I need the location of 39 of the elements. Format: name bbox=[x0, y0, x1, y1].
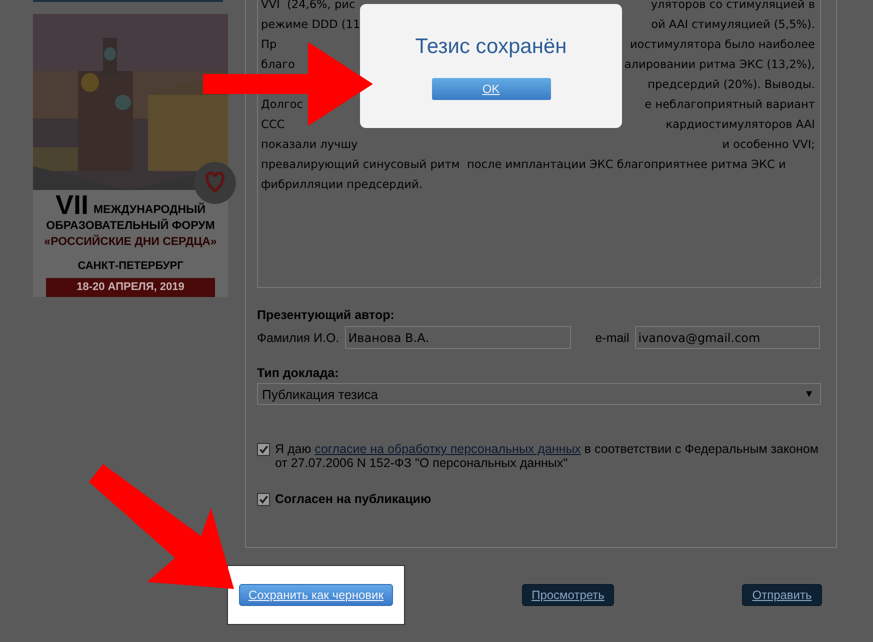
email-field[interactable]: ivanova@gmail.com bbox=[635, 326, 820, 349]
checkbox[interactable] bbox=[257, 443, 270, 456]
section-label: Тип доклада: bbox=[257, 366, 340, 380]
consent-text: Согласен на публикацию bbox=[275, 492, 432, 506]
abstract-text: Пр bbox=[261, 37, 277, 53]
field-label: Фамилия И.О. bbox=[257, 330, 340, 344]
abstract-text: кардиостимуляторов AAI bbox=[666, 117, 815, 133]
abstract-text: е неблагоприятный вариант bbox=[644, 97, 815, 113]
checkbox[interactable] bbox=[257, 493, 270, 506]
name-field[interactable]: Иванова В.А. bbox=[345, 326, 572, 349]
poster-text: МЕЖДУНАРОДНЫЙ bbox=[93, 202, 206, 218]
abstract-text: фибрилляции предсердий. bbox=[261, 177, 422, 193]
poster-city: САНКТ-ПЕТЕРБУРГ bbox=[78, 259, 184, 274]
report-type-dropdown[interactable]: Публикация тезиса ▼ bbox=[257, 383, 821, 405]
resize-grip-icon[interactable] bbox=[809, 276, 819, 286]
poster-numeral: VII bbox=[55, 192, 88, 218]
abstract-text: Долгос bbox=[261, 97, 304, 113]
abstract-text: благо bbox=[261, 57, 295, 73]
action-button[interactable]: Просмотреть bbox=[522, 584, 614, 606]
abstract-text: иостимулятора было наиболее bbox=[630, 37, 815, 53]
abstract-text: предсердий (20%). Выводы. bbox=[648, 77, 815, 93]
consent-link[interactable]: согласие на обработку персональных данных bbox=[314, 442, 581, 456]
section-label: Презентующий автор: bbox=[257, 308, 396, 322]
poster-text: ОБРАЗОВАТЕЛЬНЫЙ ФОРУМ bbox=[46, 218, 215, 234]
field-label: e-mail bbox=[595, 330, 630, 344]
abstract-text: ССС bbox=[261, 117, 285, 133]
abstract-text: показали лучшу bbox=[261, 137, 358, 153]
poster-dates: 18-20 АПРЕЛЯ, 2019 bbox=[46, 278, 215, 297]
consent-text: Я даю согласие на обработку персональных данных в соответствии с Федеральным законом от 27.07.2006 N 152-ФЗ "О персональных данных" bbox=[275, 442, 820, 470]
abstract-text: режиме DDD (11 bbox=[261, 17, 360, 33]
abstract-text: алировании ритма ЭКС (13,2%), bbox=[624, 57, 815, 73]
abstract-text: превалирующий синусовый ритм после имплантации ЭКС благоприятнее ритма ЭКС и bbox=[261, 157, 786, 173]
dialog-title: Тезис сохранён bbox=[415, 35, 567, 59]
action-button[interactable]: Отправить bbox=[742, 584, 822, 606]
ok-button[interactable]: OK bbox=[432, 78, 550, 100]
action-button[interactable]: Сохранить как черновик bbox=[238, 584, 394, 606]
abstract-text: и особенно VVI; bbox=[722, 137, 815, 153]
abstract-text: ой AAI стимуляцией (5,5%). bbox=[651, 17, 815, 33]
poster-title: «РОССИЙСКИЕ ДНИ СЕРДЦА» bbox=[44, 234, 217, 250]
